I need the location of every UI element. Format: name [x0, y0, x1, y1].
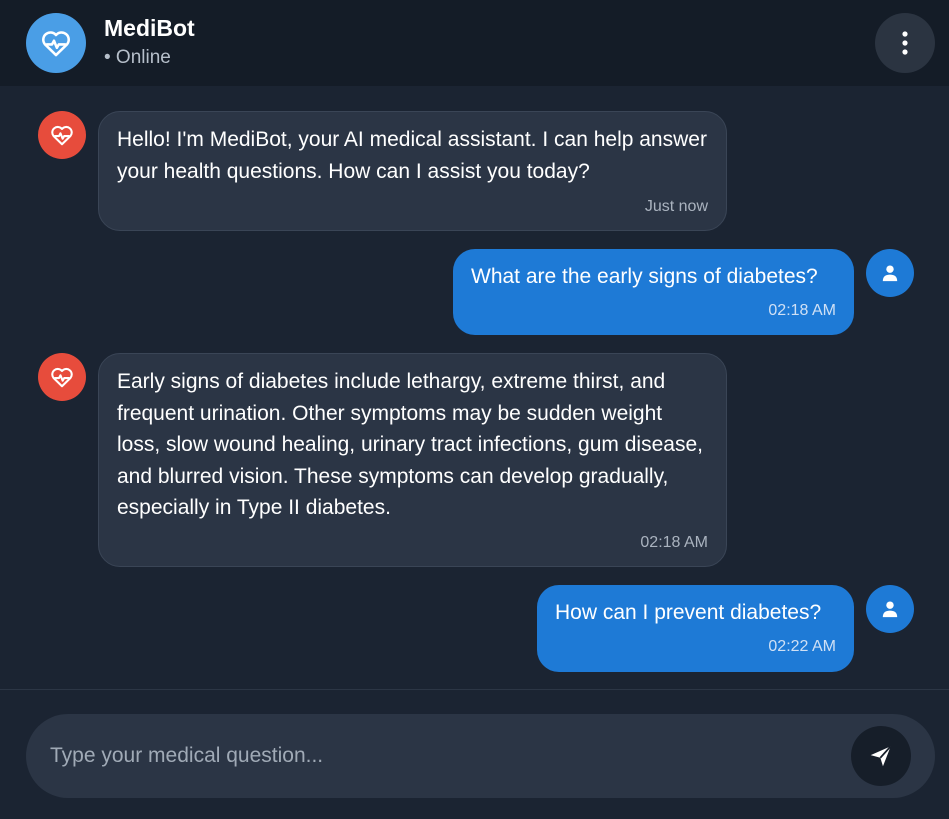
message-composer [26, 714, 935, 798]
user-icon [882, 265, 898, 282]
chat-header: MediBot • Online [0, 0, 949, 86]
message-text: Early signs of diabetes include lethargy… [117, 370, 703, 519]
vertical-dots-icon [902, 31, 908, 55]
message-time: 02:18 AM [640, 534, 708, 551]
user-icon [882, 601, 898, 618]
send-icon [870, 745, 892, 767]
user-message: How can I prevent diabetes? 02:22 AM [537, 585, 854, 672]
bot-message: Hello! I'm MediBot, your AI medical assi… [98, 111, 727, 231]
chat-app: MediBot • Online Hello! I'm MediBot, you… [0, 0, 949, 819]
send-button[interactable] [851, 726, 911, 786]
bot-avatar [38, 111, 86, 159]
message-time: 02:22 AM [768, 638, 836, 655]
message-time: 02:18 AM [768, 302, 836, 319]
user-avatar [866, 585, 914, 633]
message-input[interactable] [50, 730, 840, 782]
heart-pulse-icon [42, 31, 70, 57]
bot-avatar [38, 353, 86, 401]
bot-message: Early signs of diabetes include lethargy… [98, 353, 727, 567]
message-time: Just now [644, 198, 708, 215]
message-text: What are the early signs of diabetes? [471, 265, 818, 288]
message-text: How can I prevent diabetes? [555, 601, 822, 624]
user-avatar [866, 249, 914, 297]
heart-pulse-icon [51, 368, 73, 388]
brand-avatar [26, 13, 86, 73]
user-message: What are the early signs of diabetes? 02… [453, 249, 854, 335]
menu-button[interactable] [875, 13, 935, 73]
heart-pulse-icon [51, 126, 73, 146]
online-status: • Online [104, 47, 171, 68]
message-text: Hello! I'm MediBot, your AI medical assi… [117, 128, 707, 183]
composer-divider [0, 689, 949, 690]
bot-name: MediBot [104, 15, 195, 41]
